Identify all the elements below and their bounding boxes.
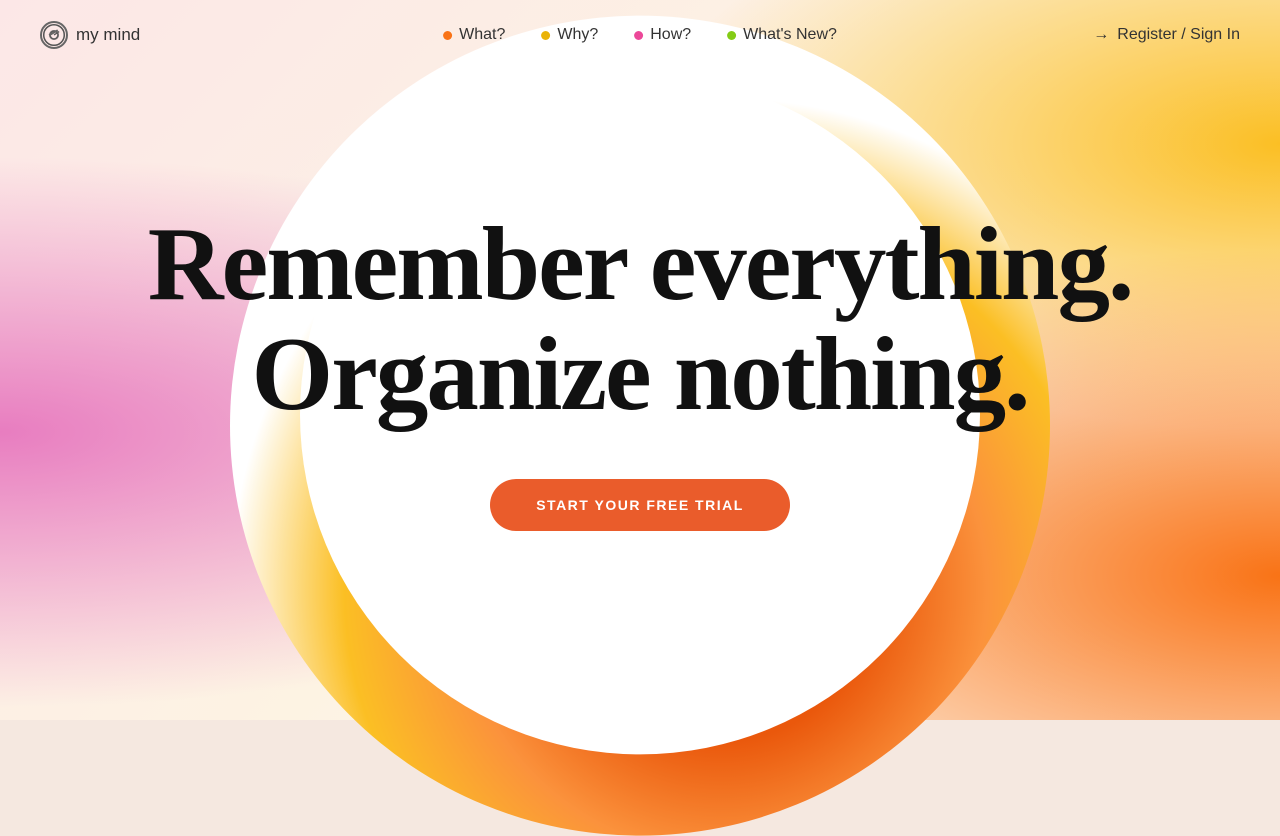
register-link[interactable]: → Register / Sign In — [1093, 26, 1240, 44]
register-arrow: → — [1093, 26, 1109, 44]
cta-button[interactable]: START YOUR FREE TRIAL — [490, 479, 790, 531]
whats-new-dot — [727, 31, 736, 40]
nav-why-label: Why? — [557, 26, 598, 44]
nav-whats-new[interactable]: What's New? — [727, 26, 837, 44]
what-dot — [443, 31, 452, 40]
logo-text: my mind — [76, 25, 140, 45]
hero-title: Remember everything. Organize nothing. — [148, 209, 1132, 430]
logo[interactable]: my mind — [40, 21, 140, 49]
nav-links: What? Why? How? What's New? — [443, 26, 837, 44]
nav-why[interactable]: Why? — [541, 26, 598, 44]
hero-line1: Remember everything. — [148, 205, 1132, 322]
how-dot — [634, 31, 643, 40]
nav-what-label: What? — [459, 26, 505, 44]
nav-whats-new-label: What's New? — [743, 26, 837, 44]
nav-how[interactable]: How? — [634, 26, 691, 44]
hero-line2: Organize nothing. — [252, 315, 1029, 432]
why-dot — [541, 31, 550, 40]
register-label: Register / Sign In — [1117, 26, 1240, 44]
navbar: my mind What? Why? How? What's New? → Re… — [0, 0, 1280, 70]
hero-section: Remember everything. Organize nothing. S… — [0, 0, 1280, 720]
logo-icon — [40, 21, 68, 49]
nav-how-label: How? — [650, 26, 691, 44]
nav-what[interactable]: What? — [443, 26, 505, 44]
